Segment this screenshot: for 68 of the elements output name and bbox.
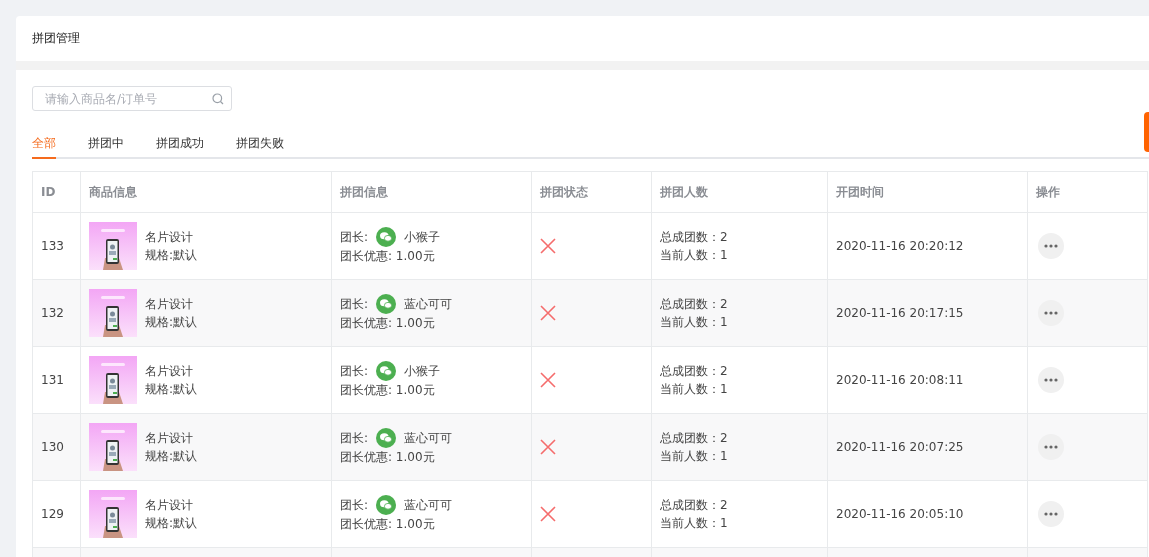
product-spec: 规格:默认: [145, 448, 198, 465]
start-time: 2020-11-16 20:07:25: [836, 439, 964, 456]
more-button[interactable]: [1038, 367, 1064, 393]
filter-tab[interactable]: 拼团中: [88, 135, 124, 159]
more-icon: [1044, 311, 1058, 315]
more-icon: [1044, 445, 1058, 449]
product-name: 名片设计: [145, 497, 194, 514]
leader-discount: 团长优惠: 1.00元: [340, 248, 436, 265]
more-icon: [1044, 512, 1058, 516]
group-total: 总成团数：2: [660, 497, 728, 514]
id-text: 131: [41, 372, 64, 389]
group-total: 总成团数：2: [660, 430, 728, 447]
group-total: 总成团数：2: [660, 363, 728, 380]
member-count: 当前人数：1: [660, 247, 728, 264]
leader-discount: 团长优惠: 1.00元: [340, 382, 436, 399]
member-count: 当前人数：1: [660, 448, 728, 465]
leader-discount: 团长优惠: 1.00元: [340, 315, 436, 332]
leader-label: 团长:: [340, 363, 369, 380]
start-time: 2020-11-16 20:20:12: [836, 238, 964, 255]
leader-label: 团长:: [340, 229, 369, 246]
leader-discount: 团长优惠: 1.00元: [340, 516, 436, 533]
leader-name: 蓝心可可: [404, 296, 453, 313]
group-total: 总成团数：2: [660, 229, 728, 246]
filter-tab[interactable]: 拼团失败: [236, 135, 284, 159]
id-text: 130: [41, 439, 64, 456]
search-icon: [212, 93, 224, 105]
member-count: 当前人数：1: [660, 381, 728, 398]
filter-tab[interactable]: 拼团成功: [156, 135, 204, 159]
leader-discount: 团长优惠: 1.00元: [340, 449, 436, 466]
wechat-icon: [376, 428, 397, 448]
leader-label: 团长:: [340, 430, 369, 447]
more-icon: [1044, 378, 1058, 382]
more-icon: [1044, 244, 1058, 248]
wechat-icon: [376, 294, 397, 314]
more-button[interactable]: [1038, 434, 1064, 460]
wechat-icon: [376, 227, 397, 247]
group-total: 总成团数：2: [660, 296, 728, 313]
product-name: 名片设计: [145, 430, 194, 447]
wechat-icon: [376, 361, 397, 381]
start-time: 2020-11-16 20:17:15: [836, 305, 964, 322]
leader-name: 小猴子: [404, 363, 441, 380]
side-tab[interactable]: [1144, 112, 1149, 152]
product-name: 名片设计: [145, 363, 194, 380]
more-button[interactable]: [1038, 233, 1064, 259]
wechat-icon: [376, 495, 397, 515]
member-count: 当前人数：1: [660, 515, 728, 532]
id-text: 132: [41, 305, 64, 322]
product-spec: 规格:默认: [145, 247, 198, 264]
product-name: 名片设计: [145, 296, 194, 313]
leader-name: 蓝心可可: [404, 497, 453, 514]
leader-label: 团长:: [340, 296, 369, 313]
id-text: 133: [41, 238, 64, 255]
start-time: 2020-11-16 20:05:10: [836, 506, 964, 523]
start-time: 2020-11-16 20:08:11: [836, 372, 964, 389]
more-button[interactable]: [1038, 300, 1064, 326]
member-count: 当前人数：1: [660, 314, 728, 331]
product-spec: 规格:默认: [145, 515, 198, 532]
id-text: 129: [41, 506, 64, 523]
more-button[interactable]: [1038, 501, 1064, 527]
product-spec: 规格:默认: [145, 314, 198, 331]
column-header: 操作: [1035, 183, 1061, 201]
page-title: 拼团管理: [32, 30, 80, 47]
leader-name: 小猴子: [404, 229, 441, 246]
leader-name: 蓝心可可: [404, 430, 453, 447]
product-name: 名片设计: [145, 229, 194, 246]
leader-label: 团长:: [340, 497, 369, 514]
product-spec: 规格:默认: [145, 381, 198, 398]
search-field[interactable]: 请输入商品名/订单号: [32, 86, 232, 111]
